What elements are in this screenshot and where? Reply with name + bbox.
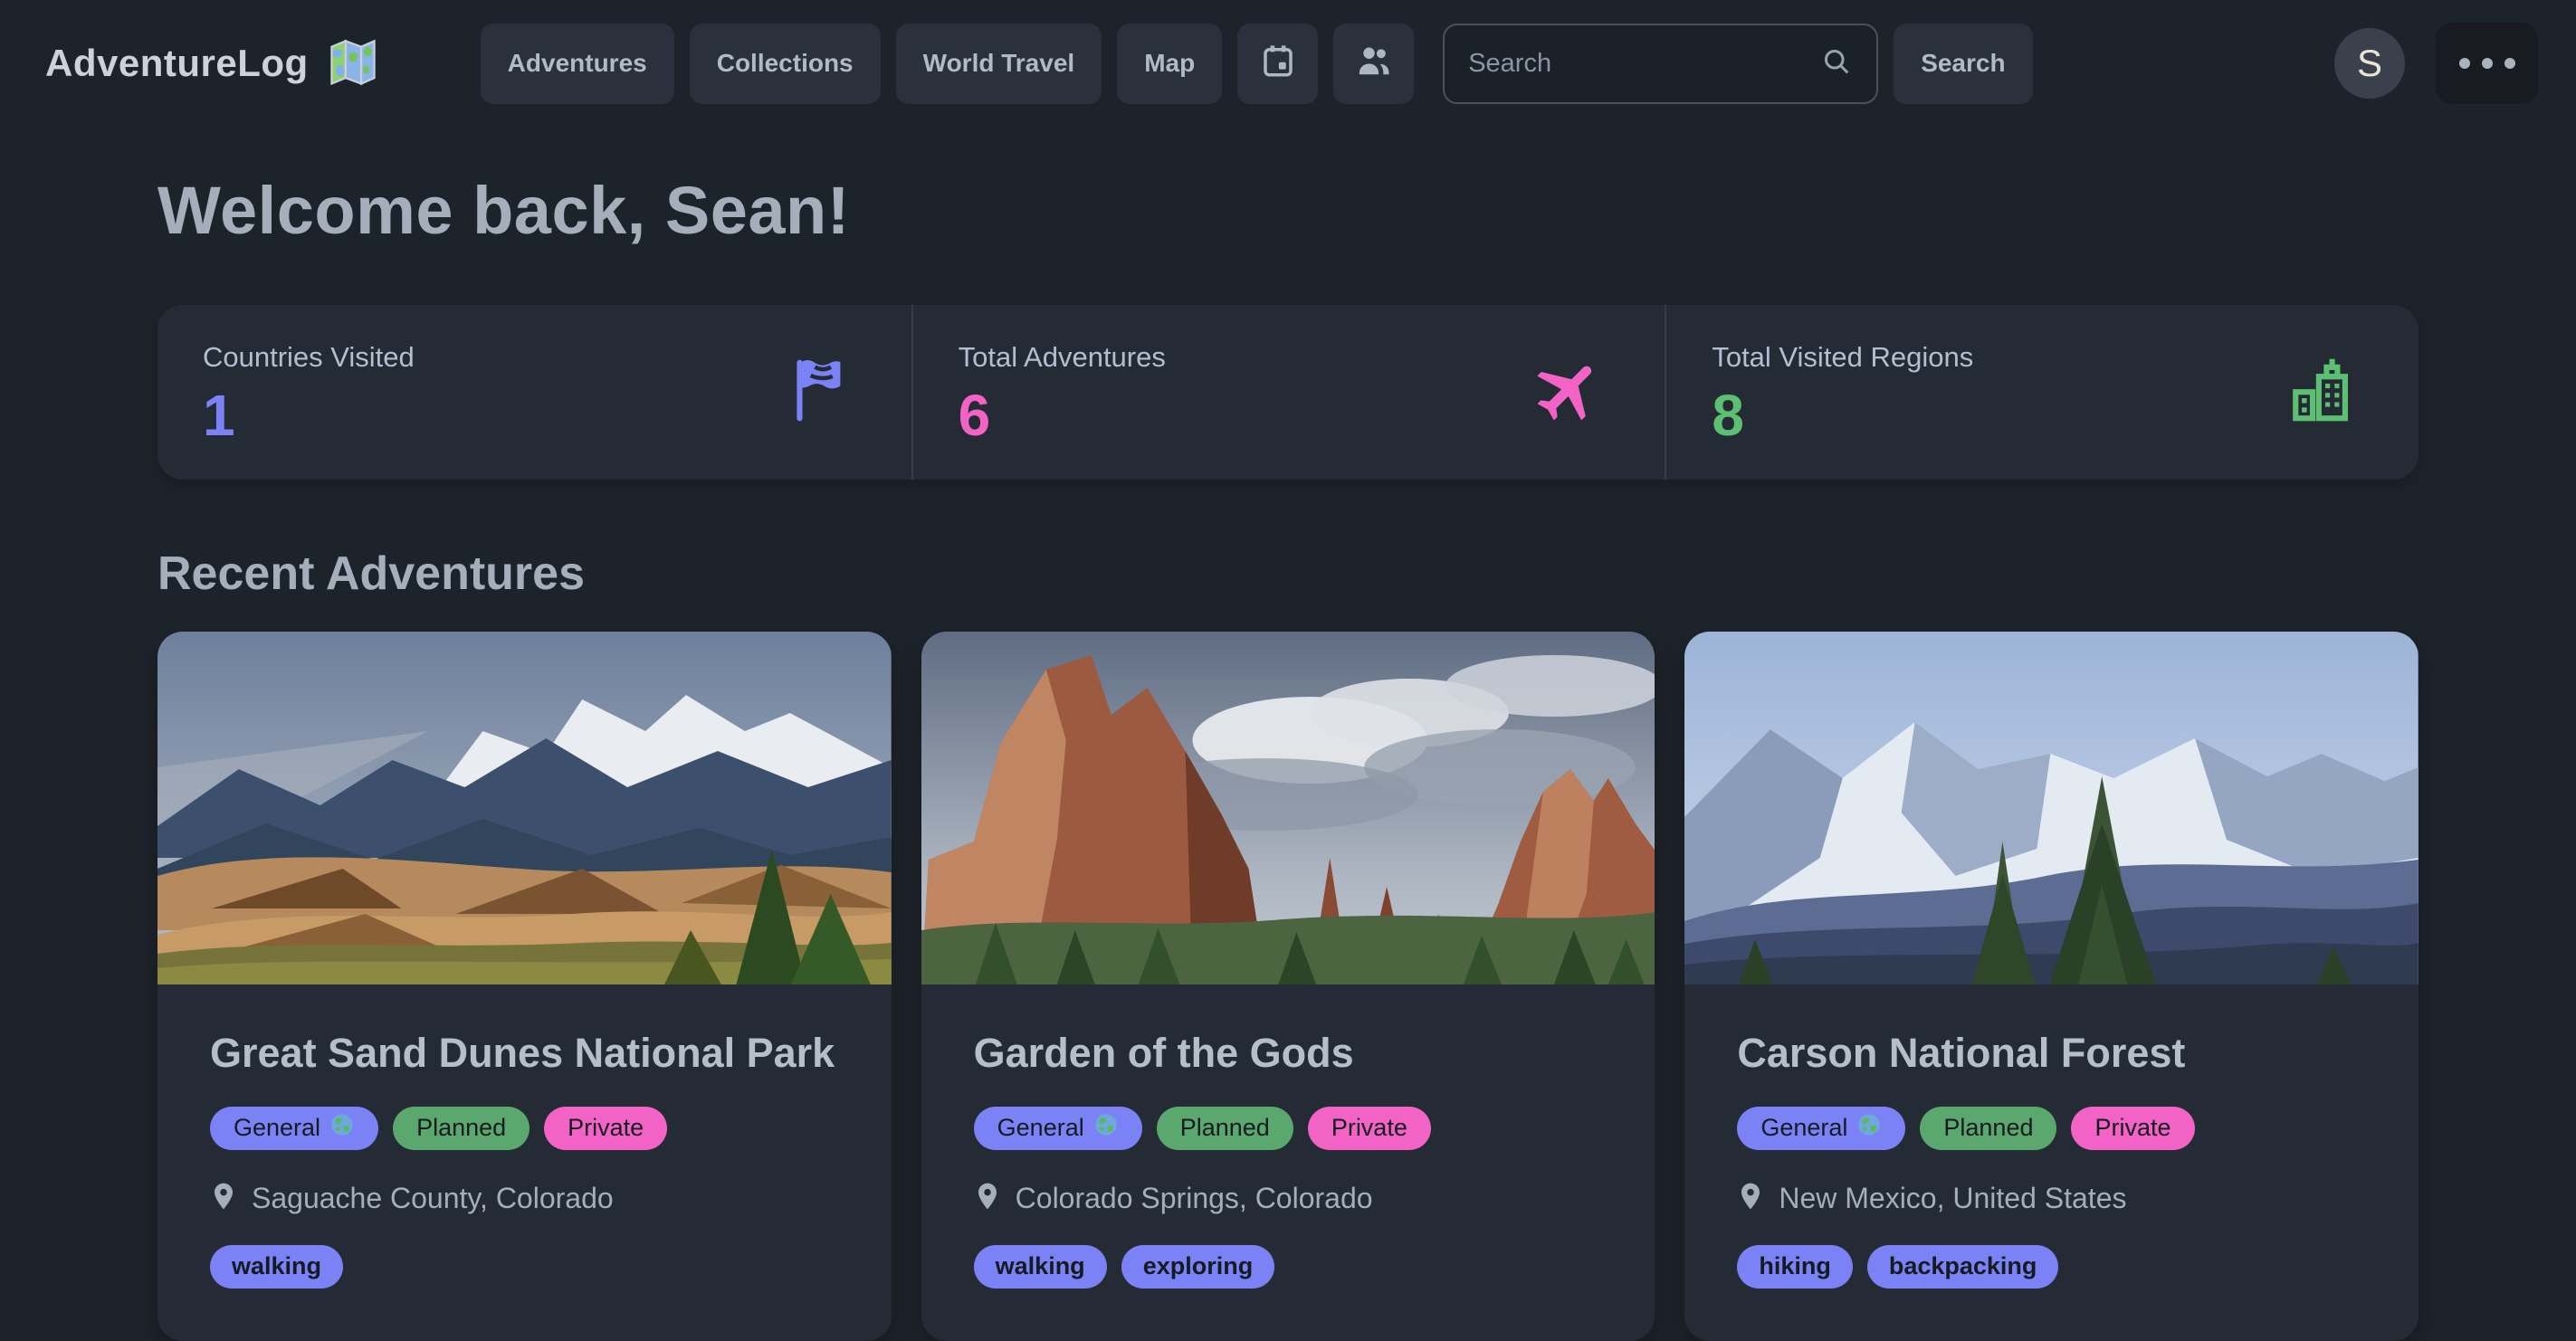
stat-label: Countries Visited (203, 341, 866, 374)
activity-tag: backpacking (1867, 1245, 2059, 1289)
map-pin-icon (1737, 1181, 1764, 1216)
adventure-card-carson-national-forest[interactable]: Carson National Forest General (1684, 632, 2419, 1341)
adventure-card-garden-of-the-gods[interactable]: Garden of the Gods General (921, 632, 1655, 1341)
location-row: New Mexico, United States (1737, 1181, 2366, 1216)
adventure-title: Carson National Forest (1737, 1026, 2366, 1081)
user-avatar[interactable]: S (2334, 28, 2405, 99)
adventure-image (921, 632, 1655, 984)
badge-row: General Planned Private (210, 1107, 839, 1150)
general-badge: General (1737, 1107, 1905, 1150)
card-body: Garden of the Gods General (921, 984, 1655, 1341)
search-button[interactable]: Search (1894, 24, 2032, 104)
globe-icon (1093, 1112, 1119, 1144)
card-body: Great Sand Dunes National Park General (157, 984, 892, 1341)
top-navbar: AdventureLog Adventures Collections Worl… (0, 0, 2576, 127)
recent-adventures-heading: Recent Adventures (157, 547, 2419, 601)
private-badge: Private (2071, 1107, 2194, 1150)
calendar-icon (1259, 42, 1297, 86)
overflow-menu-button[interactable] (2436, 23, 2538, 104)
adventure-card-great-sand-dunes[interactable]: Great Sand Dunes National Park General (157, 632, 892, 1341)
adventure-title: Great Sand Dunes National Park (210, 1026, 839, 1081)
general-badge: General (210, 1107, 378, 1150)
tag-row: walking (210, 1245, 839, 1289)
welcome-heading: Welcome back, Sean! (157, 172, 2419, 249)
badge-label: General (1760, 1114, 1847, 1142)
stat-total-visited-regions: Total Visited Regions 8 (1665, 305, 2419, 480)
avatar-initial: S (2357, 42, 2382, 85)
badge-row: General Planned Private (974, 1107, 1603, 1150)
stat-label: Total Visited Regions (1712, 341, 2373, 374)
activity-tag: walking (210, 1245, 343, 1289)
adventure-title: Garden of the Gods (974, 1026, 1603, 1081)
users-icon (1354, 41, 1394, 87)
adventure-image (1684, 632, 2419, 984)
stat-label: Total Adventures (959, 341, 1620, 374)
app-logo[interactable]: AdventureLog (45, 35, 379, 92)
badge-label: General (997, 1114, 1084, 1142)
app-title: AdventureLog (45, 42, 309, 85)
tag-row: hiking backpacking (1737, 1245, 2366, 1289)
search-input-container[interactable] (1443, 24, 1878, 104)
map-pin-icon (210, 1181, 237, 1216)
location-row: Saguache County, Colorado (210, 1181, 839, 1216)
nav-world-travel-button[interactable]: World Travel (896, 24, 1102, 104)
badge-label: General (234, 1114, 320, 1142)
badge-row: General Planned Private (1737, 1107, 2366, 1150)
planned-badge: Planned (1920, 1107, 2056, 1150)
private-badge: Private (1308, 1107, 1431, 1150)
world-map-icon (327, 35, 379, 92)
globe-icon (329, 1112, 355, 1144)
stats-panel: Countries Visited 1 Total Adventures 6 (157, 305, 2419, 480)
flag-icon (785, 354, 854, 431)
ellipsis-icon (2459, 58, 2515, 69)
adventure-image (157, 632, 892, 984)
stat-value: 1 (203, 386, 866, 444)
calendar-button[interactable] (1237, 24, 1318, 104)
private-badge: Private (544, 1107, 667, 1150)
plane-icon (1529, 351, 1607, 433)
primary-nav: Adventures Collections World Travel Map (481, 24, 1415, 104)
planned-badge: Planned (1157, 1107, 1293, 1150)
stat-total-adventures: Total Adventures 6 (911, 305, 1665, 480)
nav-map-button[interactable]: Map (1117, 24, 1222, 104)
adventure-location: New Mexico, United States (1779, 1182, 2126, 1215)
tag-row: walking exploring (974, 1245, 1603, 1289)
search-input[interactable] (1468, 49, 1820, 79)
card-body: Carson National Forest General (1684, 984, 2419, 1341)
adventure-cards: Great Sand Dunes National Park General (157, 632, 2419, 1341)
general-badge: General (974, 1107, 1142, 1150)
main-content: Welcome back, Sean! Countries Visited 1 … (0, 172, 2576, 1341)
globe-icon (1856, 1112, 1882, 1144)
adventure-location: Saguache County, Colorado (252, 1182, 614, 1215)
city-buildings-icon (2286, 353, 2361, 432)
location-row: Colorado Springs, Colorado (974, 1181, 1603, 1216)
adventure-location: Colorado Springs, Colorado (1016, 1182, 1373, 1215)
shared-users-button[interactable] (1333, 24, 1414, 104)
activity-tag: walking (974, 1245, 1107, 1289)
nav-adventures-button[interactable]: Adventures (481, 24, 674, 104)
search-area: Search (1443, 24, 2032, 104)
planned-badge: Planned (393, 1107, 530, 1150)
activity-tag: hiking (1737, 1245, 1853, 1289)
map-pin-icon (974, 1181, 1001, 1216)
activity-tag: exploring (1121, 1245, 1275, 1289)
nav-collections-button[interactable]: Collections (690, 24, 881, 104)
stat-countries-visited: Countries Visited 1 (157, 305, 911, 480)
stat-value: 8 (1712, 386, 2373, 444)
search-icon (1820, 45, 1853, 82)
